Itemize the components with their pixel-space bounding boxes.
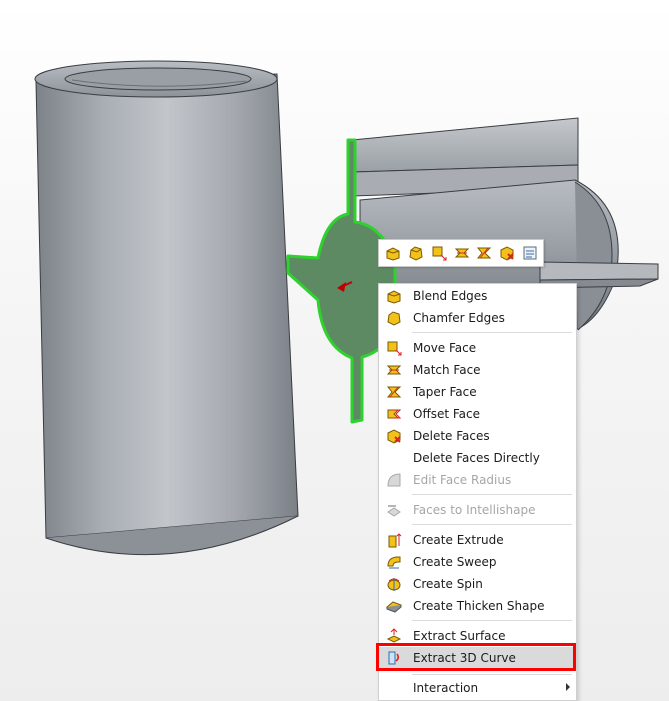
create-thicken-shape-icon <box>386 598 402 614</box>
faces-to-intellishape-icon <box>386 502 402 518</box>
menu-item-label: Extract 3D Curve <box>413 651 516 665</box>
menu-item-label: Taper Face <box>413 385 477 399</box>
chamfer-edges-icon <box>386 310 402 326</box>
menu-item-label: Offset Face <box>413 407 481 421</box>
extract-surface-icon <box>386 628 402 644</box>
menu-item-label: Create Spin <box>413 577 483 591</box>
menu-item-blend-edges[interactable]: Blend Edges <box>379 285 576 307</box>
menu-item-delete-faces-directly[interactable]: Delete Faces Directly <box>379 447 576 469</box>
extract-3d-curve-icon <box>386 650 402 666</box>
menu-separator <box>412 674 572 675</box>
taper-face-icon <box>386 384 402 400</box>
menu-item-offset-face[interactable]: Offset Face <box>379 403 576 425</box>
menu-item-label: Create Extrude <box>413 533 504 547</box>
cylinder-part[interactable] <box>34 60 299 556</box>
menu-separator <box>412 620 572 621</box>
menu-item-label: Create Sweep <box>413 555 497 569</box>
delete-faces-icon[interactable] <box>497 243 517 263</box>
menu-item-label: Delete Faces <box>413 429 490 443</box>
create-spin-icon <box>386 576 402 592</box>
submenu-arrow-icon <box>566 683 570 691</box>
menu-item-create-sweep[interactable]: Create Sweep <box>379 551 576 573</box>
delete-faces-icon <box>386 428 402 444</box>
mini-toolbar <box>378 239 544 267</box>
blend-edges-icon[interactable] <box>383 243 403 263</box>
menu-item-extract-surface[interactable]: Extract Surface <box>379 625 576 647</box>
menu-item-chamfer-edges[interactable]: Chamfer Edges <box>379 307 576 329</box>
menu-item-move-face[interactable]: Move Face <box>379 337 576 359</box>
context-menu: Blend Edges Chamfer Edges Move Face Matc… <box>378 283 577 701</box>
menu-item-label: Extract Surface <box>413 629 506 643</box>
menu-item-label: Delete Faces Directly <box>413 451 540 465</box>
menu-item-taper-face[interactable]: Taper Face <box>379 381 576 403</box>
menu-item-label: Blend Edges <box>413 289 488 303</box>
menu-item-label: Edit Face Radius <box>413 473 512 487</box>
match-face-icon[interactable] <box>452 243 472 263</box>
chamfer-edges-icon[interactable] <box>406 243 426 263</box>
menu-item-label: Chamfer Edges <box>413 311 505 325</box>
menu-item-create-extrude[interactable]: Create Extrude <box>379 529 576 551</box>
menu-item-delete-faces[interactable]: Delete Faces <box>379 425 576 447</box>
menu-separator <box>412 494 572 495</box>
menu-item-create-spin[interactable]: Create Spin <box>379 573 576 595</box>
match-face-icon <box>386 362 402 378</box>
properties-icon[interactable] <box>520 243 540 263</box>
edit-face-radius-icon <box>386 472 402 488</box>
menu-separator <box>412 332 572 333</box>
menu-item-label: Match Face <box>413 363 481 377</box>
taper-face-icon[interactable] <box>474 243 494 263</box>
menu-item-create-thicken-shape[interactable]: Create Thicken Shape <box>379 595 576 617</box>
menu-item-extract-3d-curve[interactable]: Extract 3D Curve <box>379 647 576 669</box>
menu-item-label: Interaction <box>413 681 479 695</box>
offset-face-icon <box>386 406 402 422</box>
move-face-icon <box>386 340 402 356</box>
blend-edges-icon <box>386 288 402 304</box>
menu-item-interaction[interactable]: Interaction <box>379 677 576 699</box>
menu-item-label: Create Thicken Shape <box>413 599 545 613</box>
create-extrude-icon <box>386 532 402 548</box>
menu-item-label: Faces to Intellishape <box>413 503 536 517</box>
menu-separator <box>412 524 572 525</box>
menu-item-label: Move Face <box>413 341 477 355</box>
menu-item-faces-to-intellishape: Faces to Intellishape <box>379 499 576 521</box>
menu-item-match-face[interactable]: Match Face <box>379 359 576 381</box>
move-face-icon[interactable] <box>429 243 449 263</box>
menu-item-edit-face-radius: Edit Face Radius <box>379 469 576 491</box>
create-sweep-icon <box>386 554 402 570</box>
